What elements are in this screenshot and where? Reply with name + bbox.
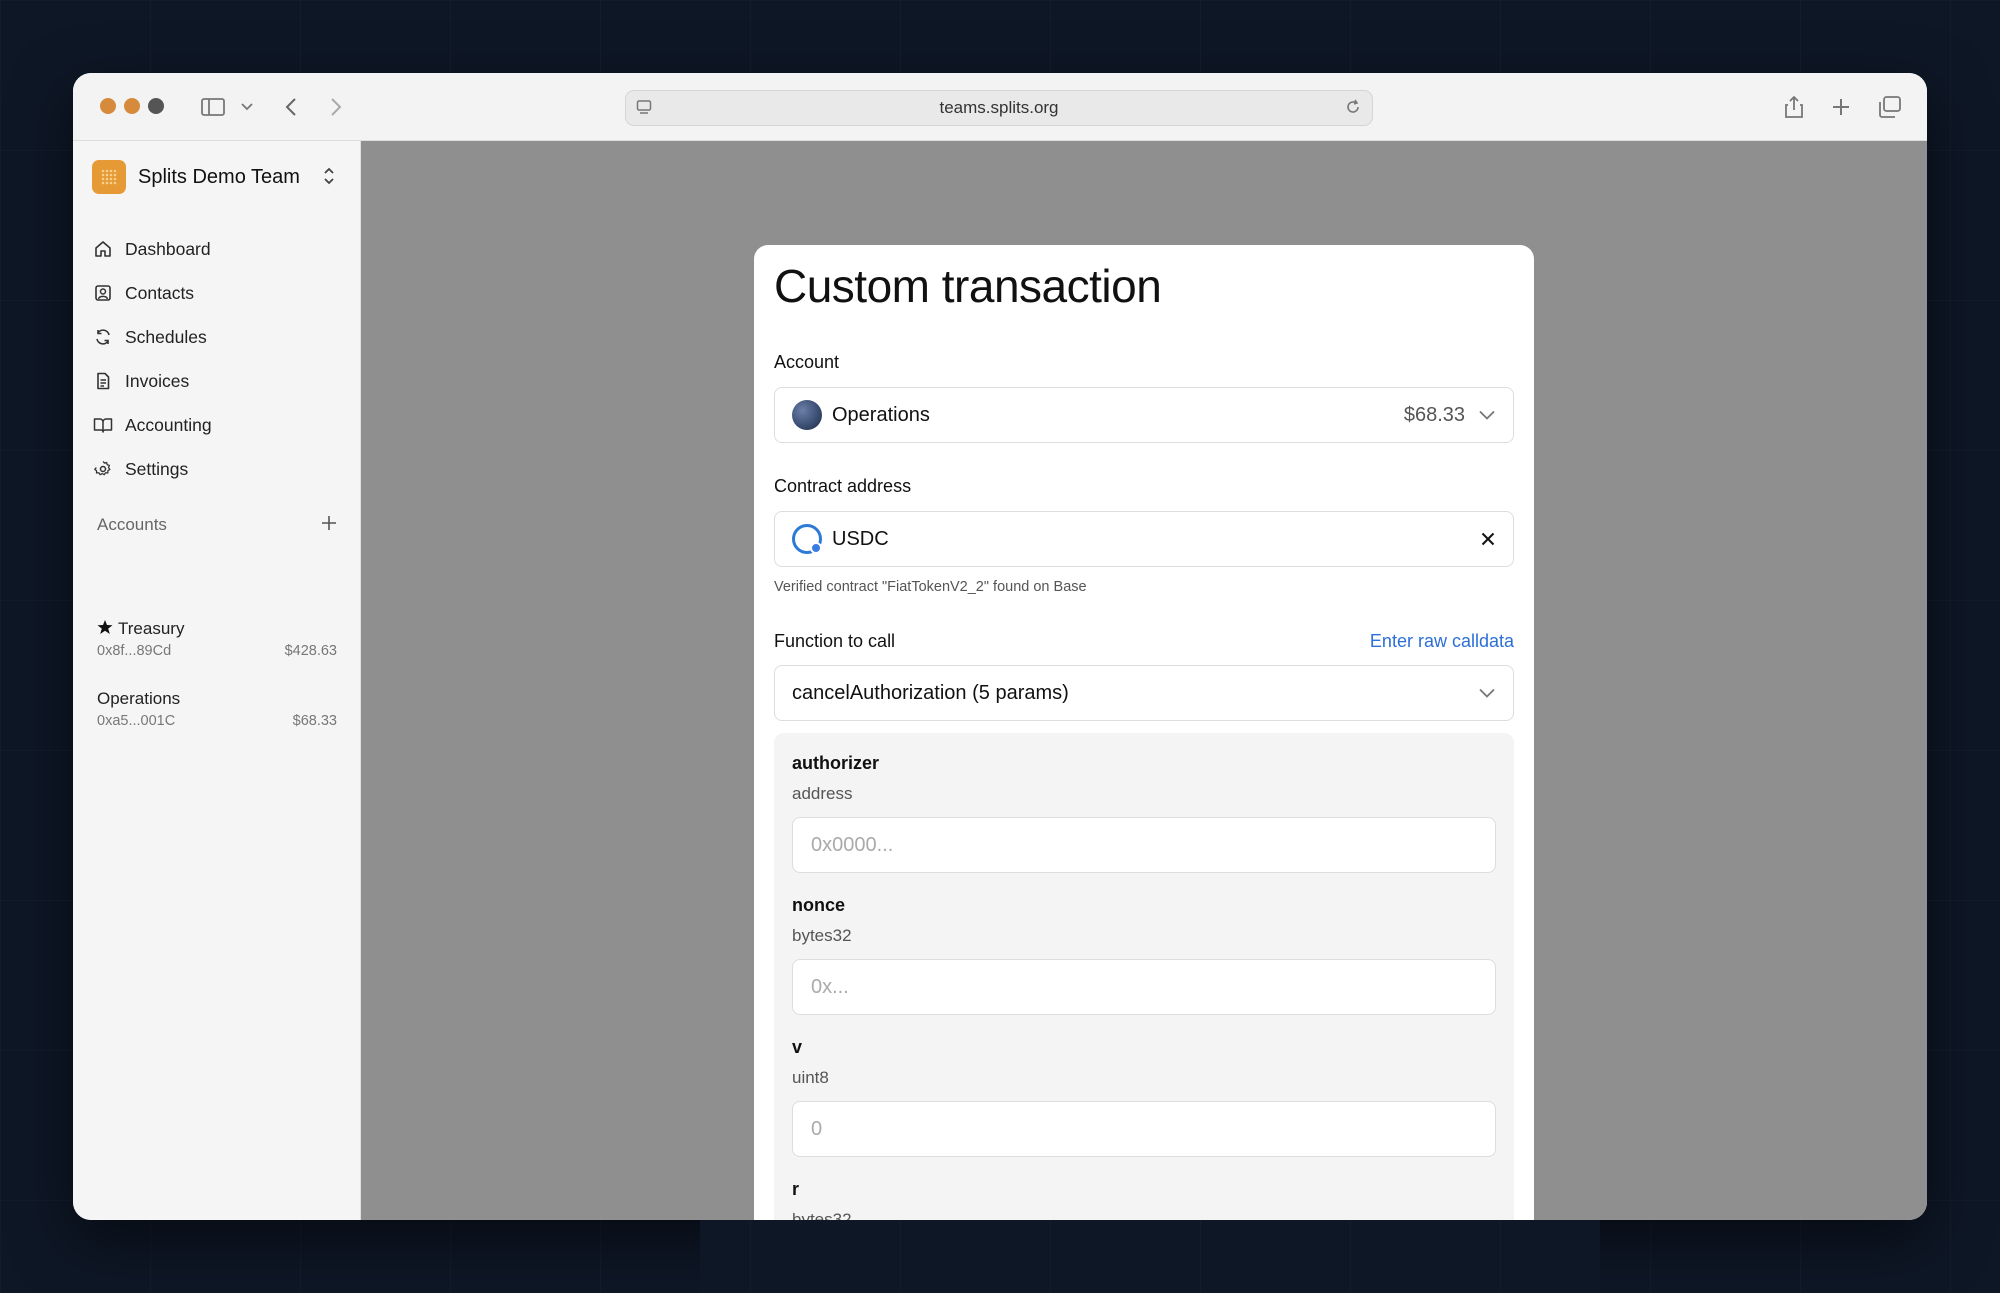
chevron-up-down-icon[interactable] bbox=[323, 166, 335, 191]
sidebar-item-settings[interactable]: Settings bbox=[93, 447, 343, 491]
account-select[interactable]: Operations $68.33 bbox=[774, 387, 1514, 443]
modal-title: Custom transaction bbox=[774, 260, 1162, 312]
sidebar-item-label: Accounting bbox=[125, 414, 212, 435]
sidebar-item-label: Dashboard bbox=[125, 238, 211, 259]
param-input-v[interactable]: 0 bbox=[792, 1101, 1496, 1157]
contact-icon bbox=[93, 283, 113, 303]
close-icon[interactable] bbox=[1481, 532, 1495, 546]
contract-address-value: USDC bbox=[832, 527, 889, 550]
account-address: 0xa5...001C bbox=[97, 713, 176, 729]
param-input-authorizer[interactable]: 0x0000... bbox=[792, 817, 1496, 873]
chevron-down-icon bbox=[1479, 688, 1495, 698]
minimize-window-button[interactable] bbox=[124, 98, 140, 114]
chevron-down-icon[interactable] bbox=[231, 91, 263, 123]
function-label: Function to call bbox=[774, 631, 896, 651]
forward-icon[interactable] bbox=[320, 91, 352, 123]
contract-address-field[interactable]: USDC bbox=[774, 511, 1514, 567]
contract-helper-text: Verified contract "FiatTokenV2_2" found … bbox=[774, 579, 1087, 595]
chevron-down-icon bbox=[1479, 410, 1495, 420]
param-type: bytes32 bbox=[792, 1210, 852, 1220]
sidebar-item-label: Invoices bbox=[125, 370, 190, 391]
tab-overview-icon[interactable] bbox=[1874, 91, 1906, 123]
sidebar-item-schedules[interactable]: Schedules bbox=[93, 315, 343, 359]
main-nav: Dashboard Contacts Schedules Invoices Ac… bbox=[93, 227, 343, 491]
param-type: address bbox=[792, 784, 853, 803]
sidebar-item-invoices[interactable]: Invoices bbox=[93, 359, 343, 403]
accounts-heading: Accounts bbox=[97, 515, 167, 534]
reload-icon[interactable] bbox=[1344, 98, 1362, 121]
param-placeholder: 0x0000... bbox=[811, 833, 894, 856]
add-account-icon[interactable] bbox=[321, 515, 337, 536]
param-placeholder: 0x... bbox=[811, 975, 849, 998]
share-icon[interactable] bbox=[1778, 91, 1810, 123]
team-name: Splits Demo Team bbox=[138, 165, 300, 188]
account-label: Account bbox=[774, 352, 840, 372]
account-item-operations[interactable]: Operations 0xa5...001C $68.33 bbox=[97, 687, 337, 729]
sidebar: Splits Demo Team Dashboard Contacts Sche… bbox=[73, 141, 361, 1220]
account-item-treasury[interactable]: Treasury 0x8f...89Cd $428.63 bbox=[97, 617, 337, 659]
team-avatar bbox=[92, 160, 126, 194]
param-type: uint8 bbox=[792, 1068, 829, 1087]
accounts-section-header: Accounts bbox=[97, 513, 337, 537]
param-type: bytes32 bbox=[792, 926, 852, 945]
usdc-token-icon bbox=[792, 524, 822, 554]
account-balance: $428.63 bbox=[284, 643, 337, 659]
function-select[interactable]: cancelAuthorization (5 params) bbox=[774, 665, 1514, 721]
sidebar-item-dashboard[interactable]: Dashboard bbox=[93, 227, 343, 271]
browser-toolbar: teams.splits.org bbox=[73, 73, 1927, 141]
param-name: v bbox=[792, 1037, 803, 1057]
param-name: authorizer bbox=[792, 753, 880, 773]
close-window-button[interactable] bbox=[100, 98, 116, 114]
function-select-value: cancelAuthorization (5 params) bbox=[792, 681, 1069, 704]
param-placeholder: 0 bbox=[811, 1117, 823, 1140]
param-name: nonce bbox=[792, 895, 846, 915]
sidebar-item-label: Schedules bbox=[125, 326, 207, 347]
sidebar-item-contacts[interactable]: Contacts bbox=[93, 271, 343, 315]
url-text: teams.splits.org bbox=[939, 98, 1059, 117]
back-icon[interactable] bbox=[275, 91, 307, 123]
sidebar-toggle-icon[interactable] bbox=[197, 91, 229, 123]
star-icon bbox=[97, 619, 113, 640]
refresh-icon bbox=[93, 327, 113, 347]
page-info-icon[interactable] bbox=[636, 99, 652, 120]
account-avatar bbox=[792, 400, 822, 430]
gear-icon bbox=[93, 459, 113, 479]
desktop-background-strip bbox=[700, 1220, 1600, 1293]
param-input-nonce[interactable]: 0x... bbox=[792, 959, 1496, 1015]
account-address: 0x8f...89Cd bbox=[97, 643, 172, 659]
book-icon bbox=[93, 415, 113, 435]
param-name: r bbox=[792, 1179, 800, 1199]
address-bar[interactable]: teams.splits.org bbox=[625, 90, 1373, 126]
account-name: Operations bbox=[97, 689, 181, 708]
home-icon bbox=[93, 239, 113, 259]
team-switcher[interactable]: Splits Demo Team bbox=[92, 159, 300, 195]
contract-address-label: Contract address bbox=[774, 476, 912, 496]
sidebar-item-accounting[interactable]: Accounting bbox=[93, 403, 343, 447]
sidebar-item-label: Contacts bbox=[125, 282, 195, 303]
document-icon bbox=[93, 371, 113, 391]
enter-raw-calldata-link[interactable]: Enter raw calldata bbox=[1370, 631, 1514, 652]
account-select-balance: $68.33 bbox=[1403, 403, 1465, 426]
account-balance: $68.33 bbox=[292, 713, 337, 729]
zoom-window-button[interactable] bbox=[148, 98, 164, 114]
custom-transaction-modal: Custom transaction Account Operations $6… bbox=[754, 245, 1534, 1220]
new-tab-icon[interactable] bbox=[1825, 91, 1857, 123]
account-name: Treasury bbox=[118, 619, 185, 638]
account-select-value: Operations bbox=[832, 403, 930, 426]
function-params-panel: authorizer address 0x0000... nonce bytes… bbox=[774, 733, 1514, 1220]
sidebar-item-label: Settings bbox=[125, 458, 189, 479]
